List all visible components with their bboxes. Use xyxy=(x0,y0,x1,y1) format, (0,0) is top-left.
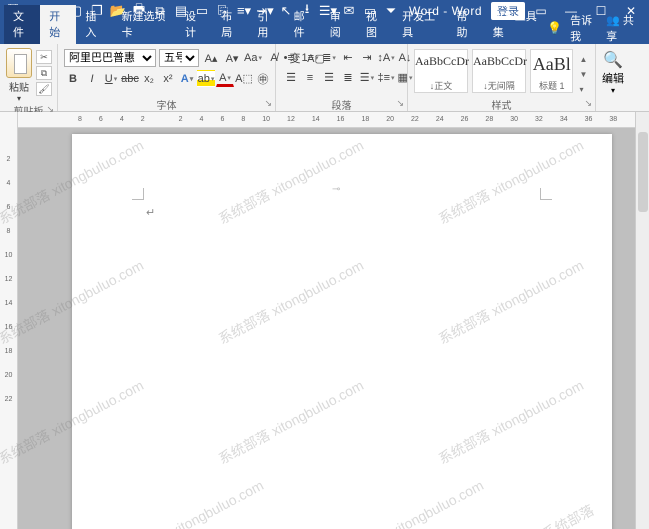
group-paragraph: •≡ 1≡ ≣ ⇤ ⇥ ↕A A↓ ¶ ☰ ≡ ☰ ≣ ☰ ‡≡ ▦ ▢ 段落↘ xyxy=(276,44,408,111)
multilevel-button[interactable]: ≣ xyxy=(320,49,338,66)
tab-mailings[interactable]: 邮件 xyxy=(285,5,321,44)
style-expand-icon[interactable]: ▾ xyxy=(579,85,589,94)
ltr-button[interactable]: ↕A xyxy=(377,49,395,66)
text-cursor: ↵ xyxy=(146,206,155,219)
horizontal-ruler: 864 22 468 101214 161820 222426 283032 3… xyxy=(18,112,649,128)
margin-mark-tl xyxy=(132,188,144,200)
tab-file[interactable]: 文件 xyxy=(4,5,40,44)
font-size-select[interactable]: 五号 xyxy=(159,49,199,67)
ribbon-tab-strip: 文件 开始 插入 新建选项卡 设计 布局 引用 邮件 审阅 视图 开发工具 帮助… xyxy=(0,22,649,44)
bullets-button[interactable]: •≡ xyxy=(282,49,300,66)
tab-pdf-tools[interactable]: PDF工具集 xyxy=(484,5,547,44)
group-label-styles: 样式 xyxy=(492,101,512,112)
align-right-button[interactable]: ☰ xyxy=(320,69,338,86)
line-spacing-button[interactable]: ‡≡ xyxy=(377,69,395,86)
strike-button[interactable]: abc xyxy=(121,70,139,87)
shrink-font-button[interactable]: A▾ xyxy=(223,50,241,67)
paste-icon xyxy=(6,48,32,78)
change-case-button[interactable]: Aa xyxy=(244,50,262,67)
page[interactable]: ⊸ ↵ xyxy=(72,134,612,529)
group-editing: 🔍 编辑 ▾ xyxy=(596,44,640,111)
tab-developer[interactable]: 开发工具 xyxy=(393,5,447,44)
tab-custom[interactable]: 新建选项卡 xyxy=(113,5,176,44)
document-canvas[interactable]: ⊸ ↵ xyxy=(18,128,649,529)
paragraph-launcher-icon[interactable]: ↘ xyxy=(396,98,404,109)
style-heading-1[interactable]: AaBl 标题 1 xyxy=(530,49,573,93)
tab-layout[interactable]: 布局 xyxy=(212,5,248,44)
align-center-button[interactable]: ≡ xyxy=(301,69,319,86)
vertical-scrollbar[interactable] xyxy=(635,112,649,529)
tab-view[interactable]: 视图 xyxy=(357,5,393,44)
tab-insert[interactable]: 插入 xyxy=(76,5,112,44)
italic-button[interactable]: I xyxy=(83,70,101,87)
increase-indent-button[interactable]: ⇥ xyxy=(358,49,376,66)
editing-label-text: 编辑 xyxy=(602,70,624,86)
superscript-button[interactable]: x² xyxy=(159,70,177,87)
text-effects-button[interactable]: A xyxy=(178,70,196,87)
enclose-char-button[interactable]: ㊥ xyxy=(254,70,272,87)
tab-design[interactable]: 设计 xyxy=(176,5,212,44)
distribute-button[interactable]: ☰ xyxy=(358,69,376,86)
tab-help[interactable]: 帮助 xyxy=(448,5,484,44)
font-launcher-icon[interactable]: ↘ xyxy=(264,98,272,109)
vertical-ruler: 24 6810 121416 182022 xyxy=(0,112,18,529)
underline-button[interactable]: U xyxy=(102,70,120,87)
style-scroll-up-icon[interactable]: ▲ xyxy=(579,55,589,64)
font-name-select[interactable]: 阿里巴巴普惠 xyxy=(64,49,156,67)
char-shading-button[interactable]: A⬚ xyxy=(235,70,253,87)
tellme-icon: 💡 xyxy=(547,21,562,35)
find-button[interactable]: 🔍 编辑 ▾ xyxy=(602,50,624,95)
cut-button[interactable]: ✂ xyxy=(36,50,52,64)
numbering-button[interactable]: 1≡ xyxy=(301,49,319,66)
copy-button[interactable]: ⧉ xyxy=(36,66,52,80)
group-font: 阿里巴巴普惠 五号 A▴ A▾ Aa A̸ 変 A▢ B I U abc x₂ … xyxy=(58,44,276,111)
group-label-paragraph: 段落 xyxy=(332,101,352,112)
tell-me-button[interactable]: 告诉我 xyxy=(570,12,598,44)
style-scroll-down-icon[interactable]: ▼ xyxy=(579,70,589,79)
tab-review[interactable]: 审阅 xyxy=(321,5,357,44)
find-icon: 🔍 xyxy=(602,50,624,70)
bold-button[interactable]: B xyxy=(64,70,82,87)
group-styles: AaBbCcDr ↓正文 AaBbCcDr ↓无间隔 AaBl 标题 1 ▲ ▼… xyxy=(408,44,596,111)
style-normal[interactable]: AaBbCcDr ↓正文 xyxy=(414,49,468,93)
justify-button[interactable]: ≣ xyxy=(339,69,357,86)
subscript-button[interactable]: x₂ xyxy=(140,70,158,87)
format-painter-button[interactable]: 🖌 xyxy=(36,82,52,96)
scrollbar-thumb[interactable] xyxy=(638,132,648,212)
paste-button[interactable]: 粘贴 ▾ xyxy=(6,46,32,103)
styles-launcher-icon[interactable]: ↘ xyxy=(584,98,592,109)
group-label-font: 字体 xyxy=(157,101,177,112)
center-mark: ⊸ xyxy=(332,184,340,195)
style-no-spacing[interactable]: AaBbCcDr ↓无间隔 xyxy=(472,49,526,93)
font-color-button[interactable]: A xyxy=(216,70,234,87)
highlight-button[interactable]: ab xyxy=(197,70,215,87)
grow-font-button[interactable]: A▴ xyxy=(202,50,220,67)
ribbon: 粘贴 ▾ ✂ ⧉ 🖌 剪贴板↘ 阿里巴巴普惠 五号 A▴ A▾ Aa A̸ 変 … xyxy=(0,44,649,112)
workspace: 24 6810 121416 182022 864 22 468 101214 … xyxy=(0,112,649,529)
margin-mark-tr xyxy=(540,188,552,200)
share-button[interactable]: 👥 共享 xyxy=(606,12,639,44)
tab-home[interactable]: 开始 xyxy=(40,5,76,44)
group-clipboard: 粘贴 ▾ ✂ ⧉ 🖌 剪贴板↘ xyxy=(0,44,58,111)
paste-label: 粘贴 xyxy=(6,79,32,94)
tab-references[interactable]: 引用 xyxy=(248,5,284,44)
align-left-button[interactable]: ☰ xyxy=(282,69,300,86)
decrease-indent-button[interactable]: ⇤ xyxy=(339,49,357,66)
